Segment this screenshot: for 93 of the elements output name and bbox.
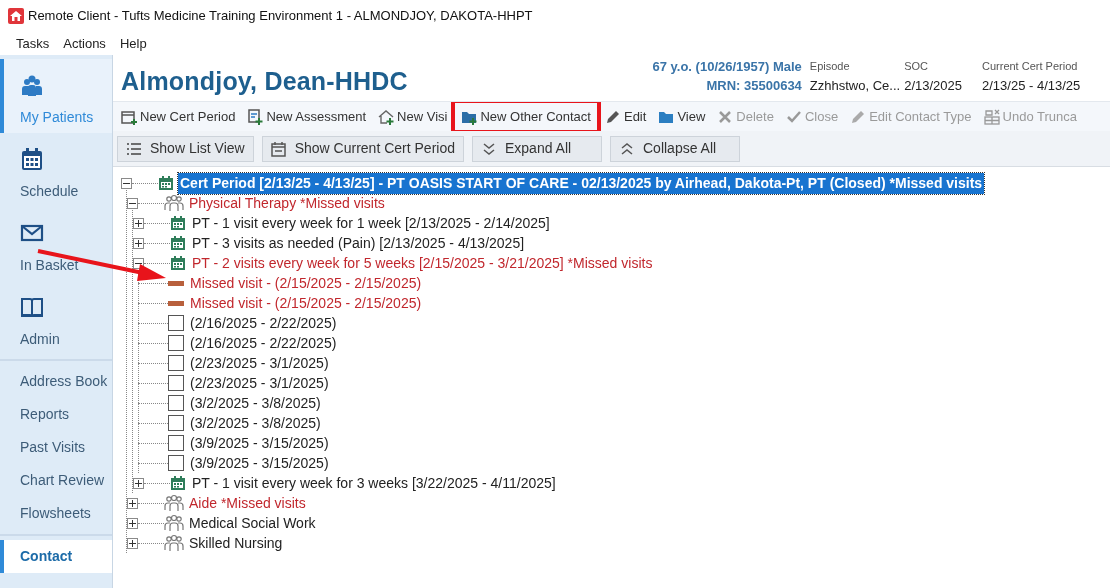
expand-all-button[interactable]: Expand All (472, 135, 602, 162)
visit-checkbox[interactable] (168, 375, 184, 391)
people-icon (164, 494, 184, 512)
tree-node-label[interactable]: (3/2/2025 - 3/8/2025) (188, 412, 323, 434)
house-plus-icon (378, 108, 395, 125)
people-icon (164, 514, 184, 532)
patient-mrn: MRN: 35500634 (705, 77, 802, 95)
toolbar-button[interactable]: Edit (600, 104, 651, 129)
field-label: SOC (904, 59, 929, 74)
sidebar-link[interactable]: Reports (0, 398, 112, 431)
visit-checkbox[interactable] (168, 355, 184, 371)
tree-node-label[interactable]: Missed visit - (2/15/2025 - 2/15/2025) (188, 272, 424, 294)
tree-node-label[interactable]: (3/9/2025 - 3/15/2025) (188, 452, 331, 474)
sidebar-tab[interactable]: In Basket (0, 207, 112, 281)
people-icon (20, 73, 44, 97)
expand-toggle[interactable] (127, 537, 138, 549)
field-label: Episode (809, 59, 851, 74)
sidebar-link[interactable]: Flowsheets (0, 497, 112, 530)
pencil-icon (604, 108, 621, 125)
toolbar-button[interactable]: New Other Contact (455, 102, 597, 131)
menu-item[interactable]: Tasks (16, 33, 50, 54)
visit-checkbox[interactable] (168, 395, 184, 411)
tree-node-label[interactable]: Skilled Nursing (187, 532, 285, 554)
expand-toggle[interactable] (127, 517, 138, 529)
expand-toggle[interactable] (127, 497, 138, 509)
tree-node-label[interactable]: (3/9/2025 - 3/15/2025) (188, 432, 331, 454)
calendar-icon (170, 235, 186, 251)
visit-checkbox[interactable] (168, 415, 184, 431)
list-view-button[interactable]: Show List View (117, 135, 254, 162)
list-icon (126, 140, 142, 157)
pencil-icon (850, 108, 867, 125)
tree-node-label[interactable]: Physical Therapy *Missed visits (187, 192, 387, 214)
toolbar-button[interactable]: New Visi (374, 104, 452, 129)
calendar-icon (170, 475, 186, 491)
expand-toggle[interactable] (133, 237, 144, 249)
table-icon (983, 108, 1000, 125)
tree-node-label[interactable]: Medical Social Work (187, 512, 318, 534)
tree-node-label[interactable]: Missed visit - (2/15/2025 - 2/15/2025) (188, 292, 424, 314)
field-value: 2/13/25 - 4/13/25 (982, 77, 1082, 95)
calendar-icon (170, 255, 186, 271)
sidebar-link[interactable]: Address Book (0, 365, 112, 398)
expand-toggle[interactable] (121, 177, 132, 189)
chevrons-down-icon (481, 140, 497, 157)
sidebar-link[interactable]: Chart Review (0, 464, 112, 497)
menu-item[interactable]: Help (119, 33, 147, 54)
calendar-icon (158, 175, 174, 191)
toolbar-button[interactable]: New Assessment (243, 104, 371, 129)
field-value: Zzhhstwo, Ce... (809, 77, 901, 95)
tree-node-label[interactable]: PT - 1 visit every week for 1 week [2/13/2025 - 2/14/2025] (190, 212, 552, 234)
patient-demographics: 67 y.o. (10/26/1957) Male (652, 58, 802, 76)
tree-node-label[interactable]: (2/23/2025 - 3/1/2025) (188, 372, 331, 394)
sidebar-link[interactable]: Past Visits (0, 431, 112, 464)
close-icon (717, 108, 734, 125)
collapse-all-button[interactable]: Collapse All (610, 135, 740, 162)
expand-toggle[interactable] (133, 477, 144, 489)
visit-checkbox[interactable] (168, 435, 184, 451)
tree-node-label[interactable]: PT - 2 visits every week for 5 weeks [2/15/2025 - 3/21/2025] *Missed visits (190, 252, 655, 274)
expand-toggle[interactable] (133, 217, 144, 229)
chevrons-up-icon (619, 140, 635, 157)
tree-node-label[interactable]: Aide *Missed visits (187, 492, 308, 514)
calendar-icon (20, 147, 44, 171)
tree-node-label[interactable]: (2/23/2025 - 3/1/2025) (188, 352, 331, 374)
toolbar-button[interactable]: View (654, 104, 710, 129)
calendar-icon (170, 215, 186, 231)
visit-checkbox[interactable] (168, 335, 184, 351)
document-plus-icon (247, 108, 264, 125)
field-value: 2/13/2025 (904, 77, 962, 95)
missed-visit-icon (168, 300, 184, 306)
window-title: Remote Client - Tufts Medicine Training Environment 1 - ALMONDJOY, DAKOTA-HHPT (28, 7, 533, 26)
people-icon (164, 534, 184, 552)
menu-item[interactable]: Actions (63, 33, 106, 54)
sidebar-link[interactable]: Contact (0, 540, 112, 573)
tree-node-label[interactable]: (2/16/2025 - 2/22/2025) (188, 332, 339, 354)
expand-toggle[interactable] (127, 197, 138, 209)
tree-node-label[interactable]: (2/16/2025 - 2/22/2025) (188, 312, 339, 334)
people-icon (164, 194, 184, 212)
book-icon (20, 295, 44, 319)
calendar-plus-icon (121, 108, 137, 125)
tree-node-label[interactable]: PT - 3 visits as needed (Pain) [2/13/2025 - 4/13/2025] (190, 232, 527, 254)
calendar-icon (270, 140, 287, 157)
tree-node-label[interactable]: (3/2/2025 - 3/8/2025) (188, 392, 323, 414)
field-label: Current Cert Period (982, 59, 1079, 74)
app-icon (8, 8, 24, 24)
tree-node-label[interactable]: PT - 1 visit every week for 3 weeks [3/22/2025 - 4/11/2025] (190, 472, 558, 494)
cert-period-button[interactable]: Show Current Cert Period (261, 135, 464, 162)
tree-node-label[interactable]: Cert Period [2/13/25 - 4/13/25] - PT OASIS START OF CARE - 02/13/2025 by Airhead, Dakota-Pt, PT (Closed) *Missed visits (178, 172, 985, 194)
visit-checkbox[interactable] (168, 315, 184, 331)
missed-visit-icon (168, 280, 184, 286)
visit-checkbox[interactable] (168, 455, 184, 471)
toolbar-button[interactable]: New Cert Period (117, 104, 240, 129)
patient-name: Almondjoy, Dean-HHDC (121, 66, 408, 97)
sidebar-tab[interactable]: Schedule (0, 133, 112, 207)
sidebar-tab[interactable]: Admin (0, 281, 112, 355)
